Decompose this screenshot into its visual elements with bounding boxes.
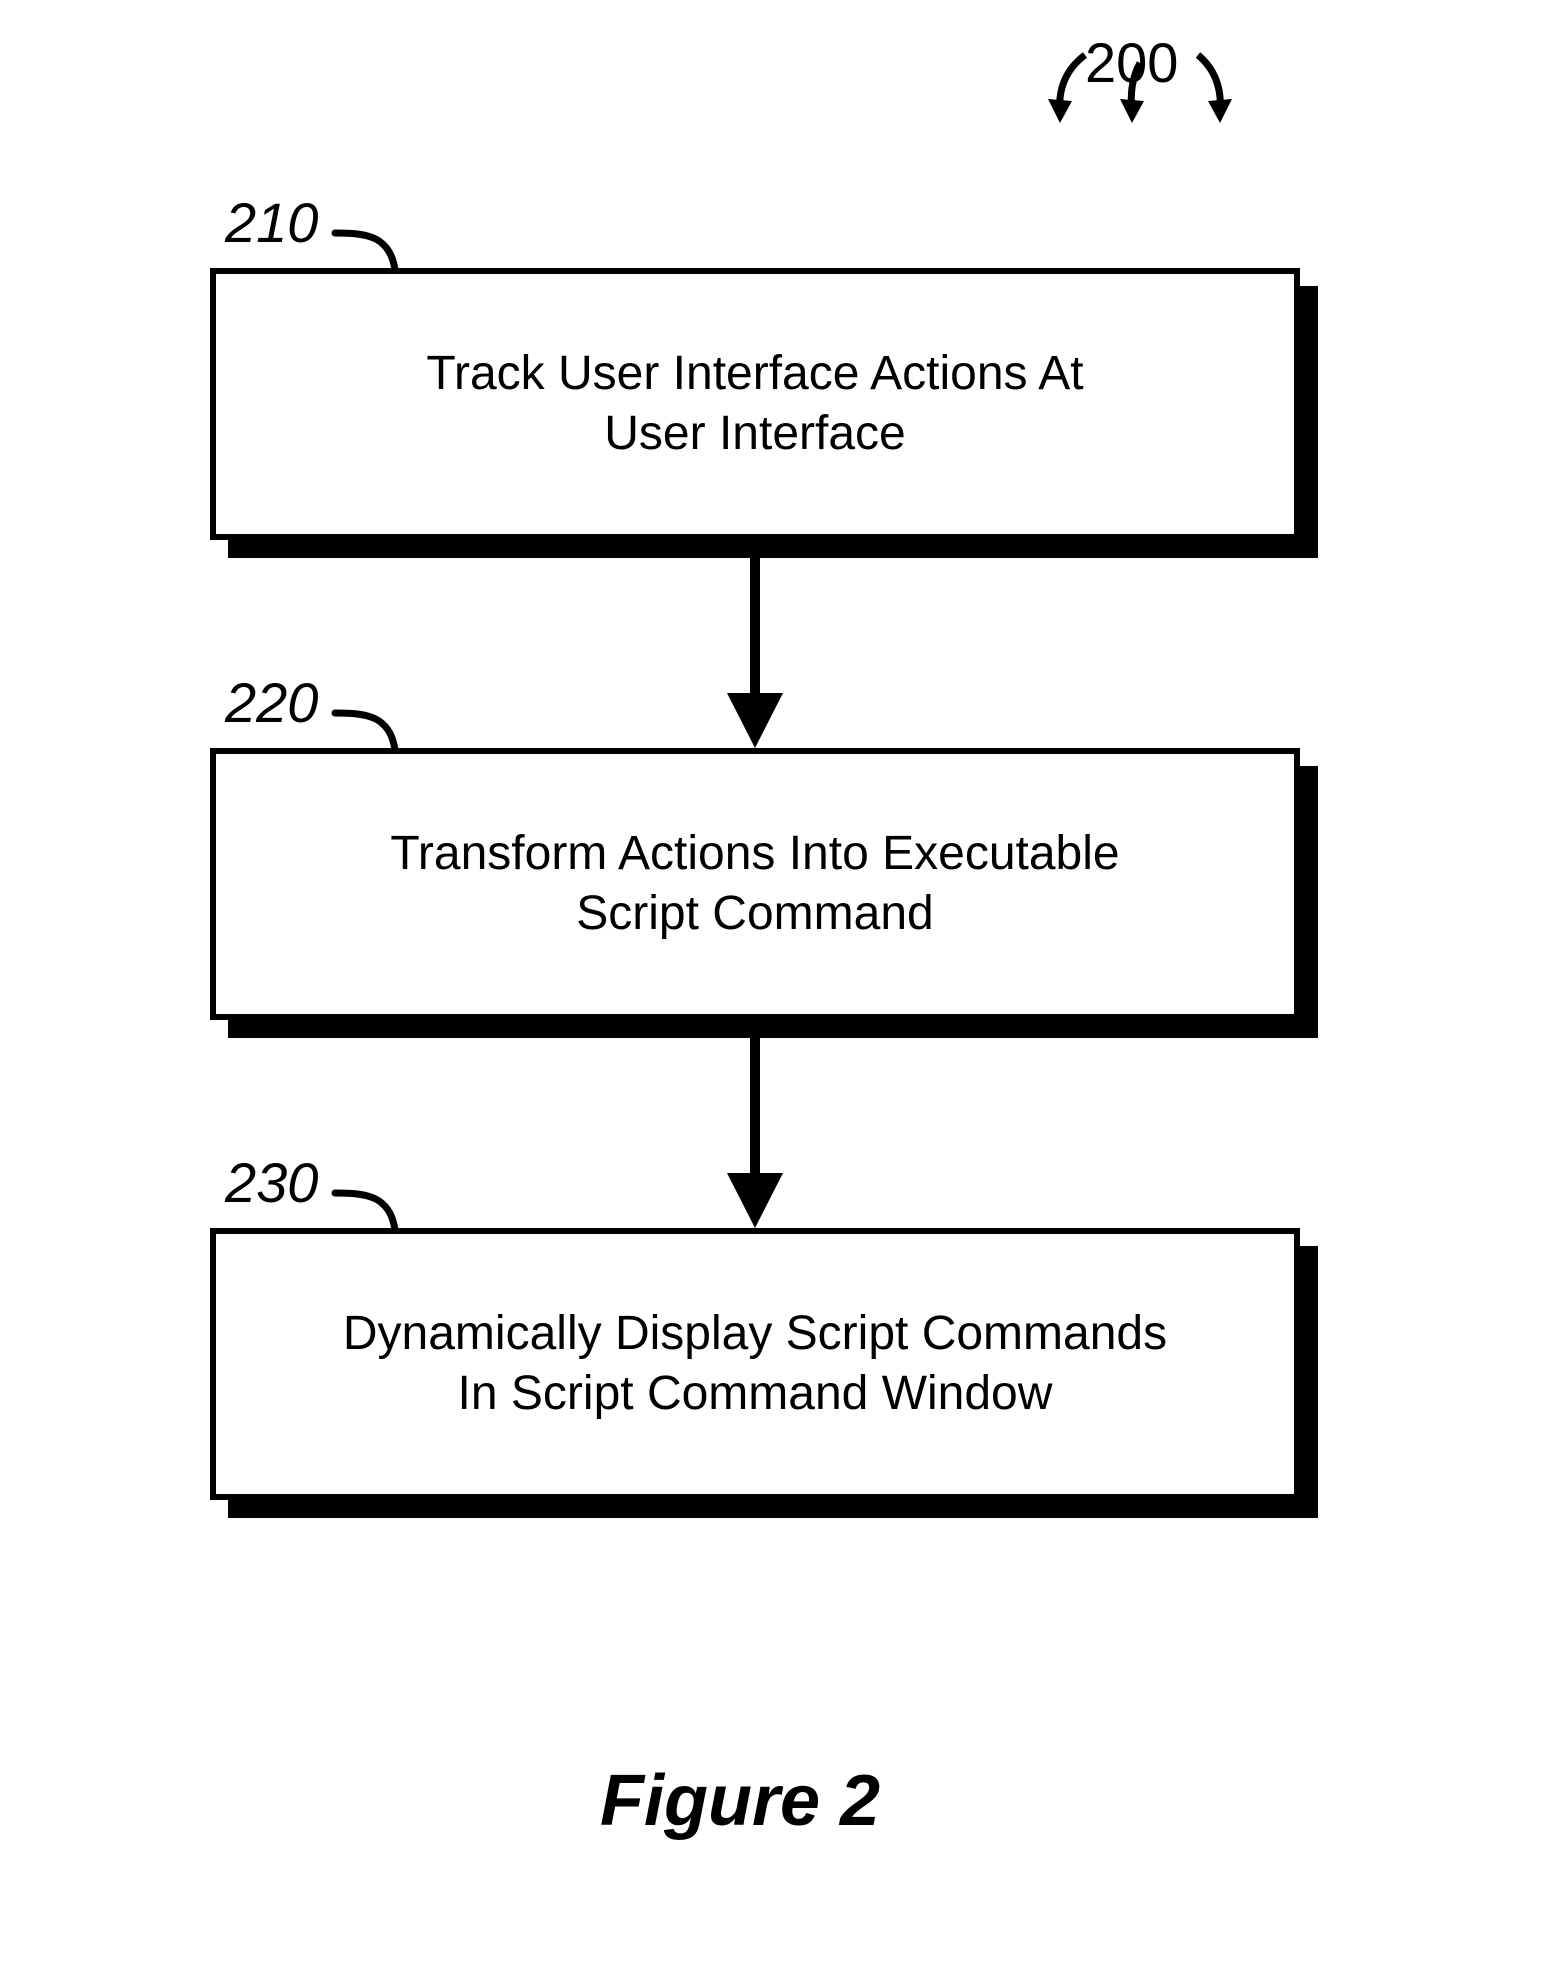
- step-box-1: Track User Interface Actions At User Int…: [210, 268, 1300, 540]
- arrow-down-icon: [715, 1038, 795, 1228]
- step-text-1: Track User Interface Actions At User Int…: [216, 274, 1294, 534]
- leader-icon: [330, 695, 420, 755]
- ref-220: 220: [225, 670, 318, 735]
- arrow-down-icon: [715, 558, 795, 748]
- step-box-2: Transform Actions Into Executable Script…: [210, 748, 1300, 1020]
- ref-210: 210: [225, 190, 318, 255]
- figure-canvas: 200 210 Track User Interface Actions At …: [0, 0, 1564, 1985]
- figure-caption: Figure 2: [600, 1760, 880, 1842]
- step-text-3: Dynamically Display Script Commands In S…: [216, 1234, 1294, 1494]
- branch-arrows-icon: [1030, 45, 1250, 140]
- step-text-2: Transform Actions Into Executable Script…: [216, 754, 1294, 1014]
- ref-230: 230: [225, 1150, 318, 1215]
- leader-icon: [330, 1175, 420, 1235]
- step-box-3: Dynamically Display Script Commands In S…: [210, 1228, 1300, 1500]
- leader-icon: [330, 215, 420, 275]
